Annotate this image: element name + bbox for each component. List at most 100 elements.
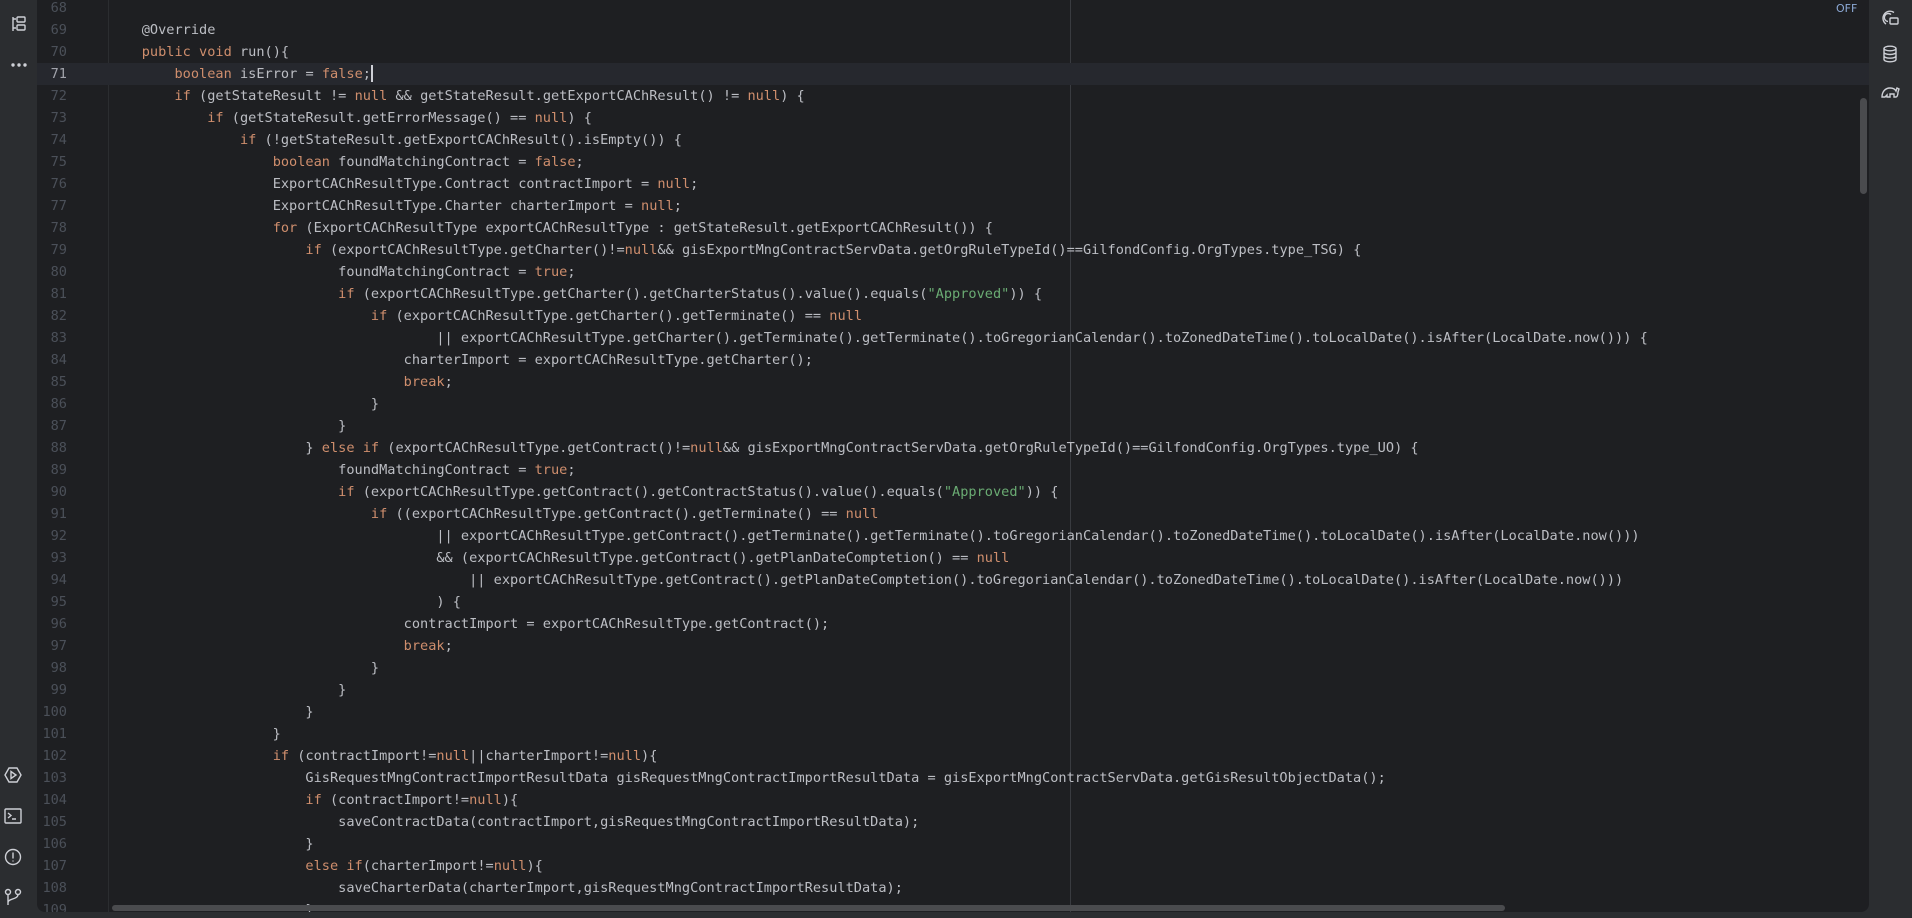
code-line[interactable]: 82 if (exportCAChResultType.getCharter()…	[37, 305, 1869, 327]
code-line[interactable]: 105 saveContractData(contractImport,gisR…	[37, 811, 1869, 833]
code-line[interactable]: 77 ExportCAChResultType.Charter charterI…	[37, 195, 1869, 217]
code-line[interactable]: 78 for (ExportCAChResultType exportCAChR…	[37, 217, 1869, 239]
line-number[interactable]: 76	[37, 173, 67, 195]
code-line[interactable]: 107 else if(charterImport!=null){	[37, 855, 1869, 877]
line-number[interactable]: 82	[37, 305, 67, 327]
code-line[interactable]: 79 if (exportCAChResultType.getCharter()…	[37, 239, 1869, 261]
structure-icon[interactable]	[8, 13, 30, 35]
horizontal-scrollbar[interactable]	[112, 905, 1505, 911]
line-number[interactable]: 90	[37, 481, 67, 503]
code-line[interactable]: 80 foundMatchingContract = true;	[37, 261, 1869, 283]
more-icon[interactable]	[8, 54, 30, 76]
code-line[interactable]: 72 if (getStateResult != null && getStat…	[37, 85, 1869, 107]
line-number[interactable]: 107	[37, 855, 67, 877]
code-line[interactable]: 70 public void run(){	[37, 41, 1869, 63]
line-number[interactable]: 80	[37, 261, 67, 283]
line-number[interactable]: 79	[37, 239, 67, 261]
code-line[interactable]: 96 contractImport = exportCAChResultType…	[37, 613, 1869, 635]
line-number[interactable]: 70	[37, 41, 67, 63]
code-line[interactable]: 73 if (getStateResult.getErrorMessage() …	[37, 107, 1869, 129]
line-number[interactable]: 86	[37, 393, 67, 415]
line-number[interactable]: 108	[37, 877, 67, 899]
line-number[interactable]: 100	[37, 701, 67, 723]
code-line[interactable]: 99 }	[37, 679, 1869, 701]
code-line[interactable]: 69 @Override	[37, 19, 1869, 41]
line-number[interactable]: 103	[37, 767, 67, 789]
line-number[interactable]: 71	[37, 63, 67, 85]
code-line[interactable]: 88 } else if (exportCAChResultType. getCo…	[37, 437, 1869, 459]
code-line[interactable]: 108 saveCharterData(charterImport,gisReq…	[37, 877, 1869, 899]
line-number[interactable]: 68	[37, 0, 67, 19]
line-number[interactable]: 78	[37, 217, 67, 239]
line-number[interactable]: 106	[37, 833, 67, 855]
code-line[interactable]: 93 && (exportCAChResultType.getContract(…	[37, 547, 1869, 569]
line-number[interactable]: 99	[37, 679, 67, 701]
code-line[interactable]: 87 }	[37, 415, 1869, 437]
line-number[interactable]: 102	[37, 745, 67, 767]
line-number[interactable]: 93	[37, 547, 67, 569]
code-line[interactable]: 84 charterImport = exportCAChResultType.…	[37, 349, 1869, 371]
code-line[interactable]: 98 }	[37, 657, 1869, 679]
line-number[interactable]: 109	[37, 899, 67, 912]
line-number[interactable]: 91	[37, 503, 67, 525]
code-line[interactable]: 71 boolean isError = false;	[37, 63, 1869, 85]
code-line[interactable]: 91 if ((exportCAChResultType.getContract…	[37, 503, 1869, 525]
code-line[interactable]: 100 }	[37, 701, 1869, 723]
code-line[interactable]: 92 || exportCAChResultType.getContract()…	[37, 525, 1869, 547]
code-line[interactable]: 76 ExportCAChResultType.Contract contrac…	[37, 173, 1869, 195]
code-editor[interactable]: 68 69 @Override 70 public void run(){71 bo…	[37, 0, 1869, 912]
git-icon[interactable]	[2, 886, 24, 908]
gradle-icon[interactable]	[1879, 80, 1901, 102]
inspection-status[interactable]: OFF	[1836, 2, 1857, 15]
database-icon[interactable]	[1879, 43, 1901, 65]
code-line[interactable]: 101 }	[37, 723, 1869, 745]
line-number[interactable]: 98	[37, 657, 67, 679]
code-line[interactable]: 106 }	[37, 833, 1869, 855]
code-line[interactable]: 89 foundMatchingContract = true;	[37, 459, 1869, 481]
code-line[interactable]: 90 if (exportCAChResultType.getContract(…	[37, 481, 1869, 503]
line-number[interactable]: 73	[37, 107, 67, 129]
code-line[interactable]: 95 ) {	[37, 591, 1869, 613]
line-number[interactable]: 105	[37, 811, 67, 833]
line-number[interactable]: 96	[37, 613, 67, 635]
line-number[interactable]: 88	[37, 437, 67, 459]
code-line[interactable]: 94 || exportCAChResultType.getContract()…	[37, 569, 1869, 591]
code-lines[interactable]: 68 69 @Override 70 public void run(){71 bo…	[37, 0, 1869, 912]
code-line[interactable]: 81 if (exportCAChResultType.getCharter()…	[37, 283, 1869, 305]
line-number[interactable]: 83	[37, 327, 67, 349]
line-number[interactable]: 72	[37, 85, 67, 107]
line-number[interactable]: 89	[37, 459, 67, 481]
line-number[interactable]: 97	[37, 635, 67, 657]
code-line[interactable]: 102 if (contractImport!=null||charterImp…	[37, 745, 1869, 767]
code-token: charterImport	[510, 198, 617, 214]
code-line[interactable]: 103 GisRequestMngContractImportResultDat…	[37, 767, 1869, 789]
line-number[interactable]: 69	[37, 19, 67, 41]
code-token: =	[510, 154, 535, 170]
run-icon[interactable]	[2, 764, 24, 786]
terminal-icon[interactable]	[2, 805, 24, 827]
code-line[interactable]: 86 }	[37, 393, 1869, 415]
line-number[interactable]: 92	[37, 525, 67, 547]
line-number[interactable]: 75	[37, 151, 67, 173]
line-number[interactable]: 74	[37, 129, 67, 151]
code-line[interactable]: 85 break;	[37, 371, 1869, 393]
vertical-scrollbar[interactable]	[1860, 98, 1867, 194]
problems-icon[interactable]	[2, 846, 24, 868]
code-line[interactable]: 104 if (contractImport!=null){	[37, 789, 1869, 811]
ai-assistant-icon[interactable]	[1879, 7, 1901, 29]
line-number[interactable]: 101	[37, 723, 67, 745]
code-line[interactable]: 74 if (!getStateResult.getExportCAChResu…	[37, 129, 1869, 151]
line-number[interactable]: 87	[37, 415, 67, 437]
code-line[interactable]: 68	[37, 0, 1869, 19]
line-number[interactable]: 85	[37, 371, 67, 393]
line-number[interactable]: 104	[37, 789, 67, 811]
line-number[interactable]: 95	[37, 591, 67, 613]
code-line[interactable]: 75 boolean foundMatchingContract = false…	[37, 151, 1869, 173]
line-number[interactable]: 84	[37, 349, 67, 371]
code-line[interactable]: 97 break;	[37, 635, 1869, 657]
line-number[interactable]: 81	[37, 283, 67, 305]
line-number[interactable]: 77	[37, 195, 67, 217]
code-line[interactable]: 83 || exportCAChResultType.getCharter().…	[37, 327, 1869, 349]
line-number[interactable]: 94	[37, 569, 67, 591]
